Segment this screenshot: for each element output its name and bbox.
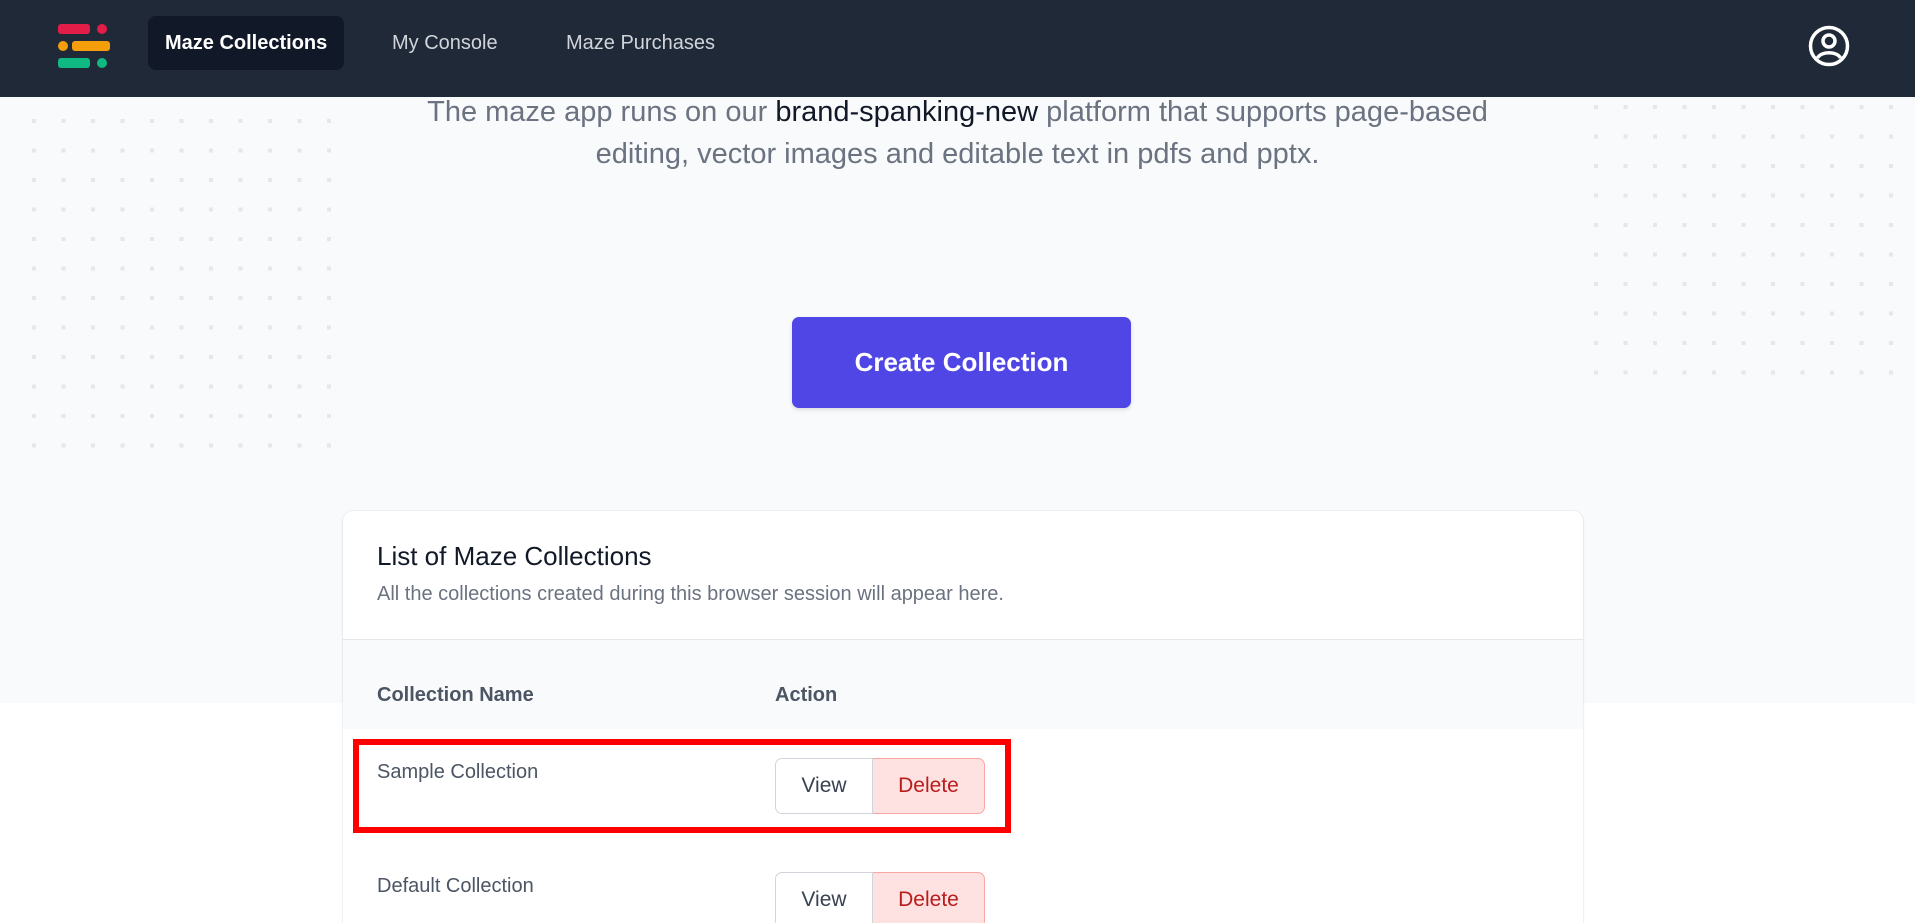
collection-name: Sample Collection [377, 761, 539, 783]
row-actions: View Delete [775, 758, 985, 814]
view-button[interactable]: View [775, 758, 873, 814]
collections-card: List of Maze Collections All the collect… [343, 511, 1583, 923]
hero-description: The maze app runs on our brand-spanking-… [400, 97, 1515, 175]
top-navbar: Maze Collections My Console Maze Purchas… [0, 0, 1915, 97]
row-actions: View Delete [775, 872, 985, 923]
create-collection-button[interactable]: Create Collection [792, 317, 1131, 408]
nav-maze-purchases[interactable]: Maze Purchases [549, 16, 732, 70]
hero-text-highlight: brand-spanking-new [775, 97, 1039, 128]
column-header-name: Collection Name [377, 684, 534, 706]
table-header: Collection Name Action [343, 639, 1583, 729]
dot-pattern-left [24, 111, 334, 456]
nav-maze-collections[interactable]: Maze Collections [148, 16, 345, 70]
dot-pattern-right [1586, 97, 1896, 379]
logo-icon[interactable] [58, 22, 110, 70]
hero-text-before: The maze app runs on our [427, 97, 776, 128]
delete-button[interactable]: Delete [873, 758, 985, 814]
collection-name: Default Collection [377, 875, 534, 897]
view-button[interactable]: View [775, 872, 873, 923]
collections-title: List of Maze Collections [377, 541, 652, 571]
nav-my-console[interactable]: My Console [375, 16, 515, 70]
user-circle-icon[interactable] [1807, 24, 1851, 68]
column-header-action: Action [775, 684, 838, 706]
collections-subtitle: All the collections created during this … [377, 583, 1004, 605]
delete-button[interactable]: Delete [873, 872, 985, 923]
